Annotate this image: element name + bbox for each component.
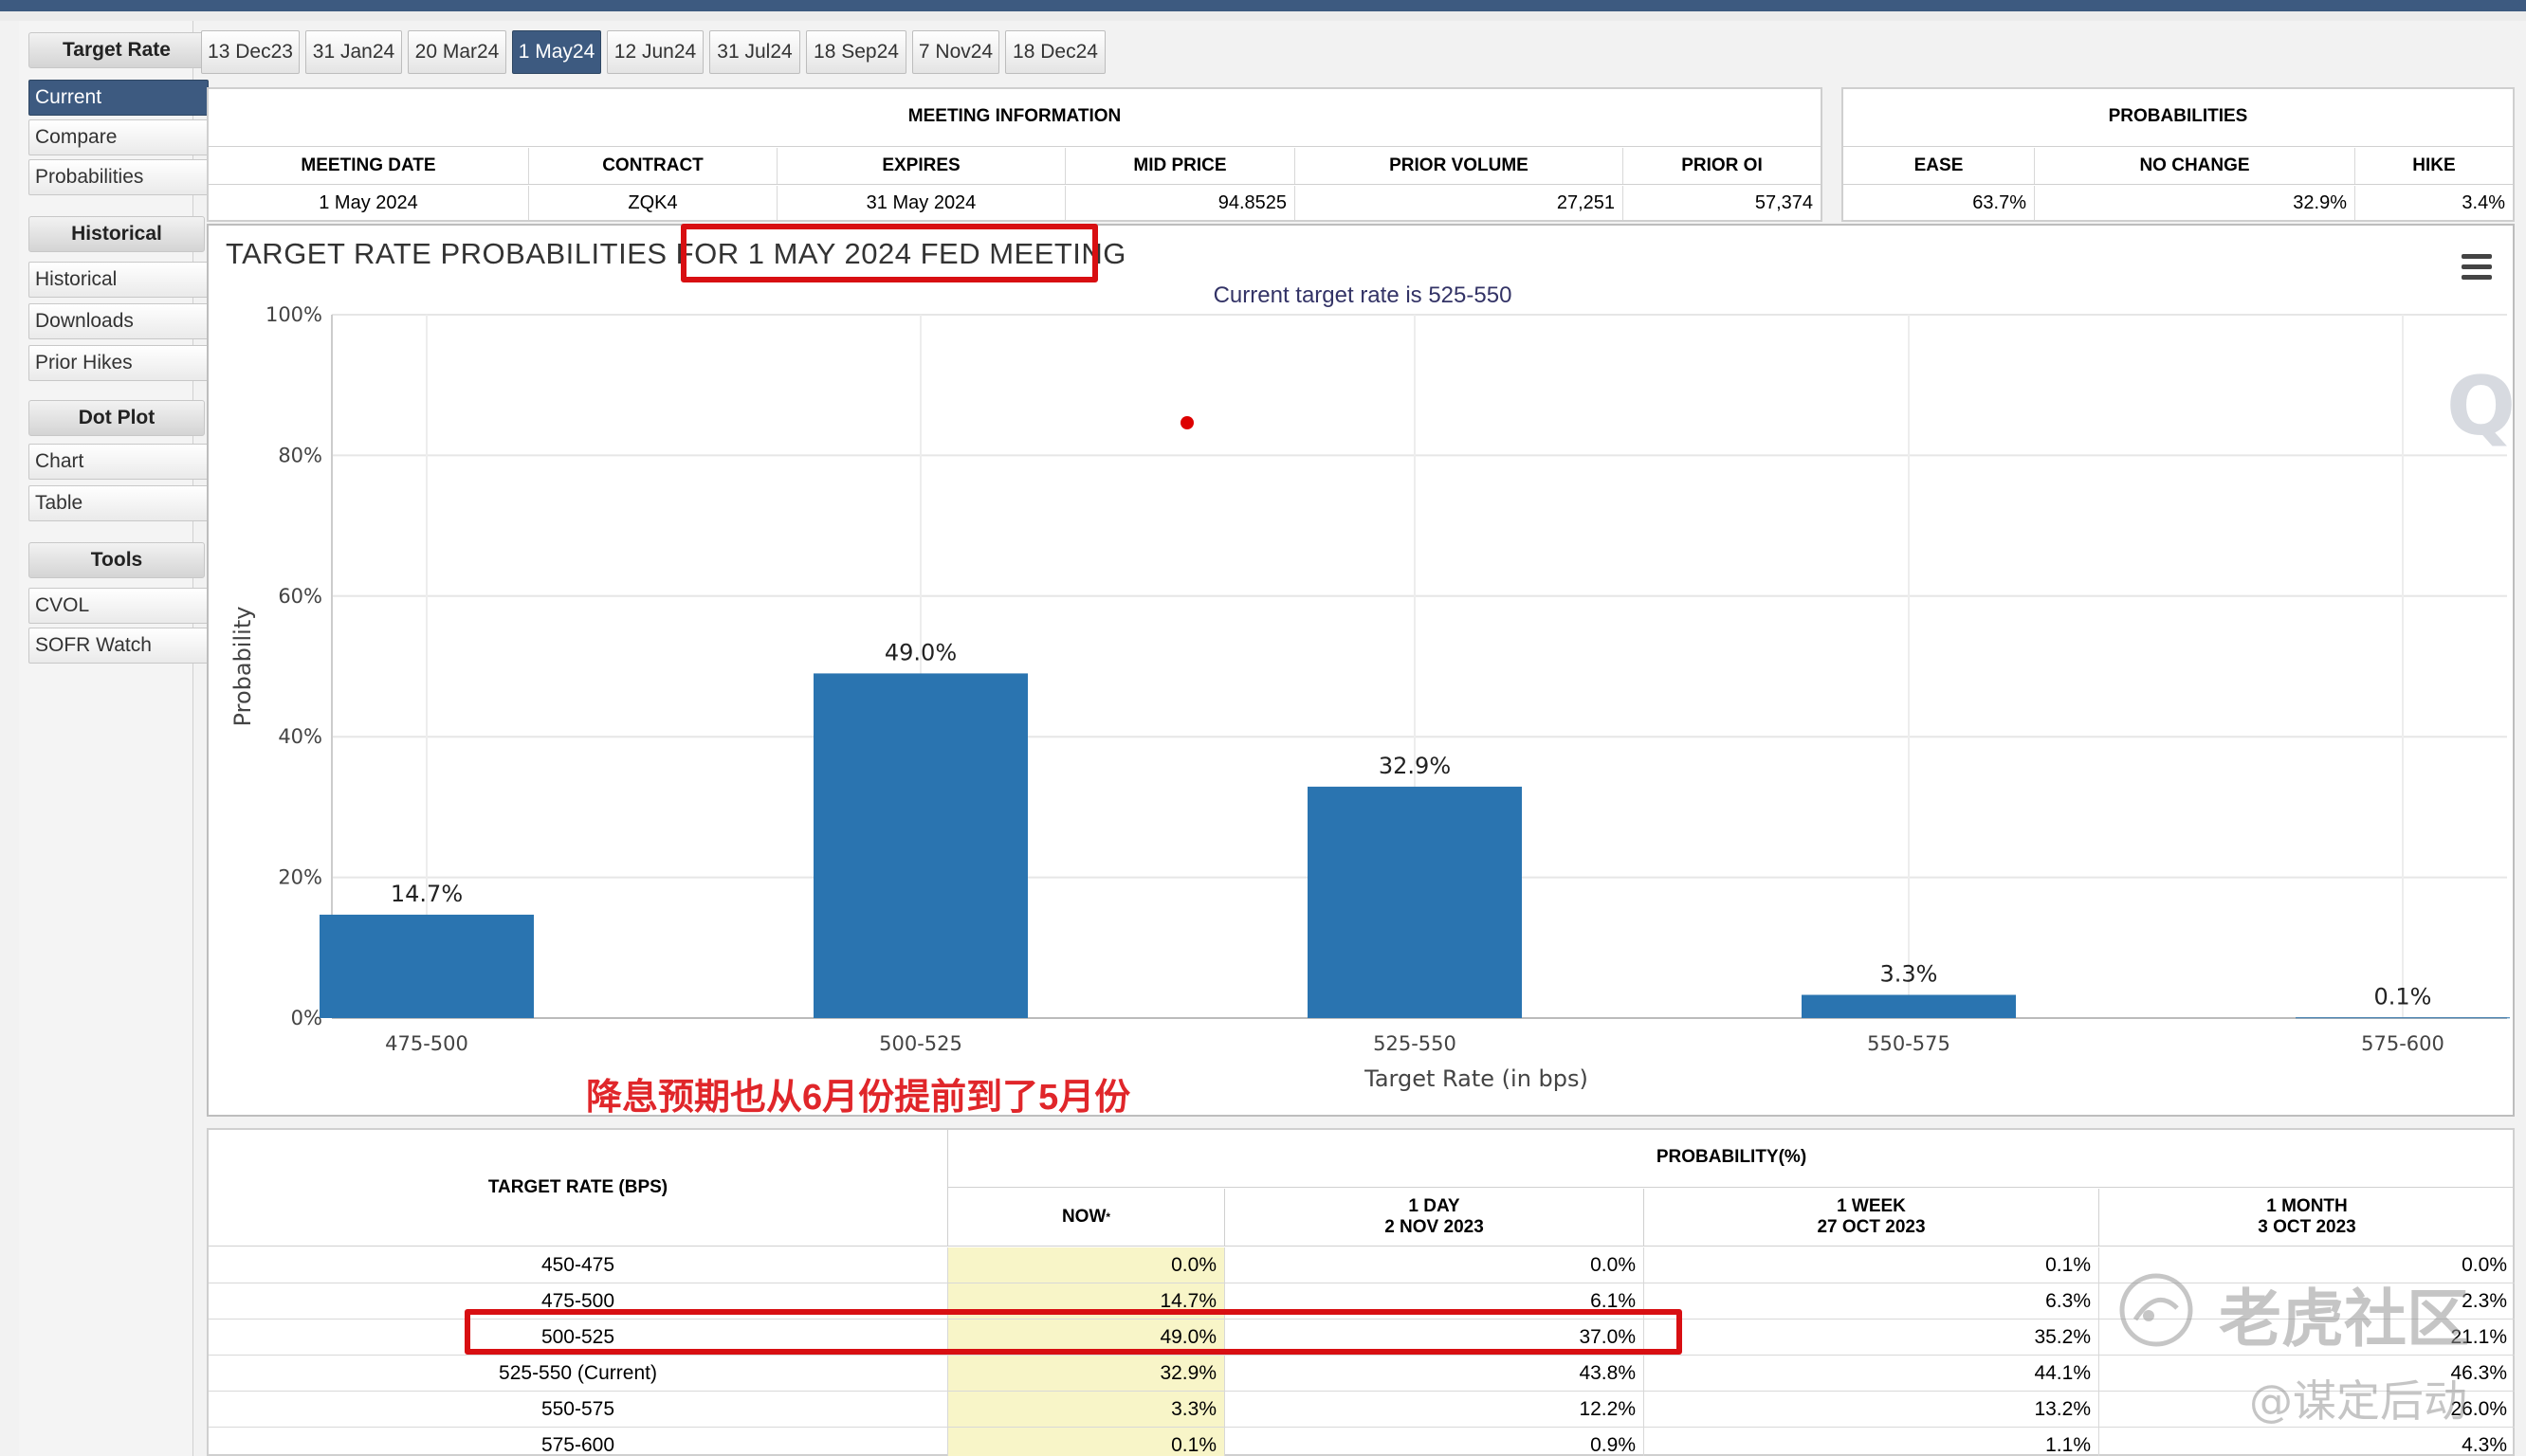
rate-cell: 575-600 (209, 1428, 948, 1456)
header-1-month: 1 MONTH 3 OCT 2023 (2099, 1189, 2515, 1246)
one-day-cell: 0.9% (1225, 1428, 1644, 1456)
one-week-cell: 1.1% (1644, 1428, 2099, 1456)
one-week-cell: 13.2% (1644, 1392, 2099, 1427)
table-row: 525-550 (Current) 32.9% 43.8% 44.1% 46.3% (209, 1356, 2515, 1392)
now-cell: 0.0% (948, 1247, 1225, 1283)
one-week-cell: 44.1% (1644, 1356, 2099, 1391)
table-row: 550-575 3.3% 12.2% 13.2% 26.0% (209, 1392, 2515, 1428)
header-1-month-date: 3 OCT 2023 (2258, 1217, 2356, 1237)
header-1-day-label: 1 DAY (1408, 1196, 1460, 1216)
header-1-day-date: 2 NOV 2023 (1384, 1217, 1484, 1237)
one-day-cell: 12.2% (1225, 1392, 1644, 1427)
table-row: 575-600 0.1% 0.9% 1.1% 4.3% (209, 1428, 2515, 1456)
brand-watermark: 老虎社区 (2219, 1283, 2469, 1356)
user-watermark: @谋定后动 (2249, 1375, 2467, 1427)
now-cell: 32.9% (948, 1356, 1225, 1391)
rate-cell: 525-550 (Current) (209, 1356, 948, 1391)
header-1-month-label: 1 MONTH (2266, 1196, 2348, 1216)
row-highlight-box (465, 1309, 1682, 1355)
one-week-cell: 0.1% (1644, 1247, 2099, 1283)
brand-logo-icon (2119, 1273, 2193, 1347)
header-now-sup: * (1106, 1210, 1111, 1224)
rate-cell: 550-575 (209, 1392, 948, 1427)
one-day-cell: 0.0% (1225, 1247, 1644, 1283)
one-week-cell: 35.2% (1644, 1320, 2099, 1355)
header-1-week-date: 27 OCT 2023 (1817, 1217, 1926, 1237)
header-target-rate: TARGET RATE (BPS) (209, 1130, 948, 1246)
header-1-week-label: 1 WEEK (1837, 1196, 1906, 1216)
one-month-cell: 4.3% (2462, 1433, 2507, 1456)
header-now-label: NOW (1061, 1207, 1107, 1227)
now-cell: 0.1% (948, 1428, 1225, 1456)
now-cell: 3.3% (948, 1392, 1225, 1427)
header-1-week: 1 WEEK 27 OCT 2023 (1644, 1189, 2099, 1246)
rate-cell: 450-475 (209, 1247, 948, 1283)
header-1-day: 1 DAY 2 NOV 2023 (1225, 1189, 1644, 1246)
header-probability-group: PROBABILITY(%) (1656, 1147, 1807, 1167)
one-day-cell: 43.8% (1225, 1356, 1644, 1391)
header-now: NOW * (948, 1189, 1225, 1246)
one-week-cell: 6.3% (1644, 1283, 2099, 1319)
